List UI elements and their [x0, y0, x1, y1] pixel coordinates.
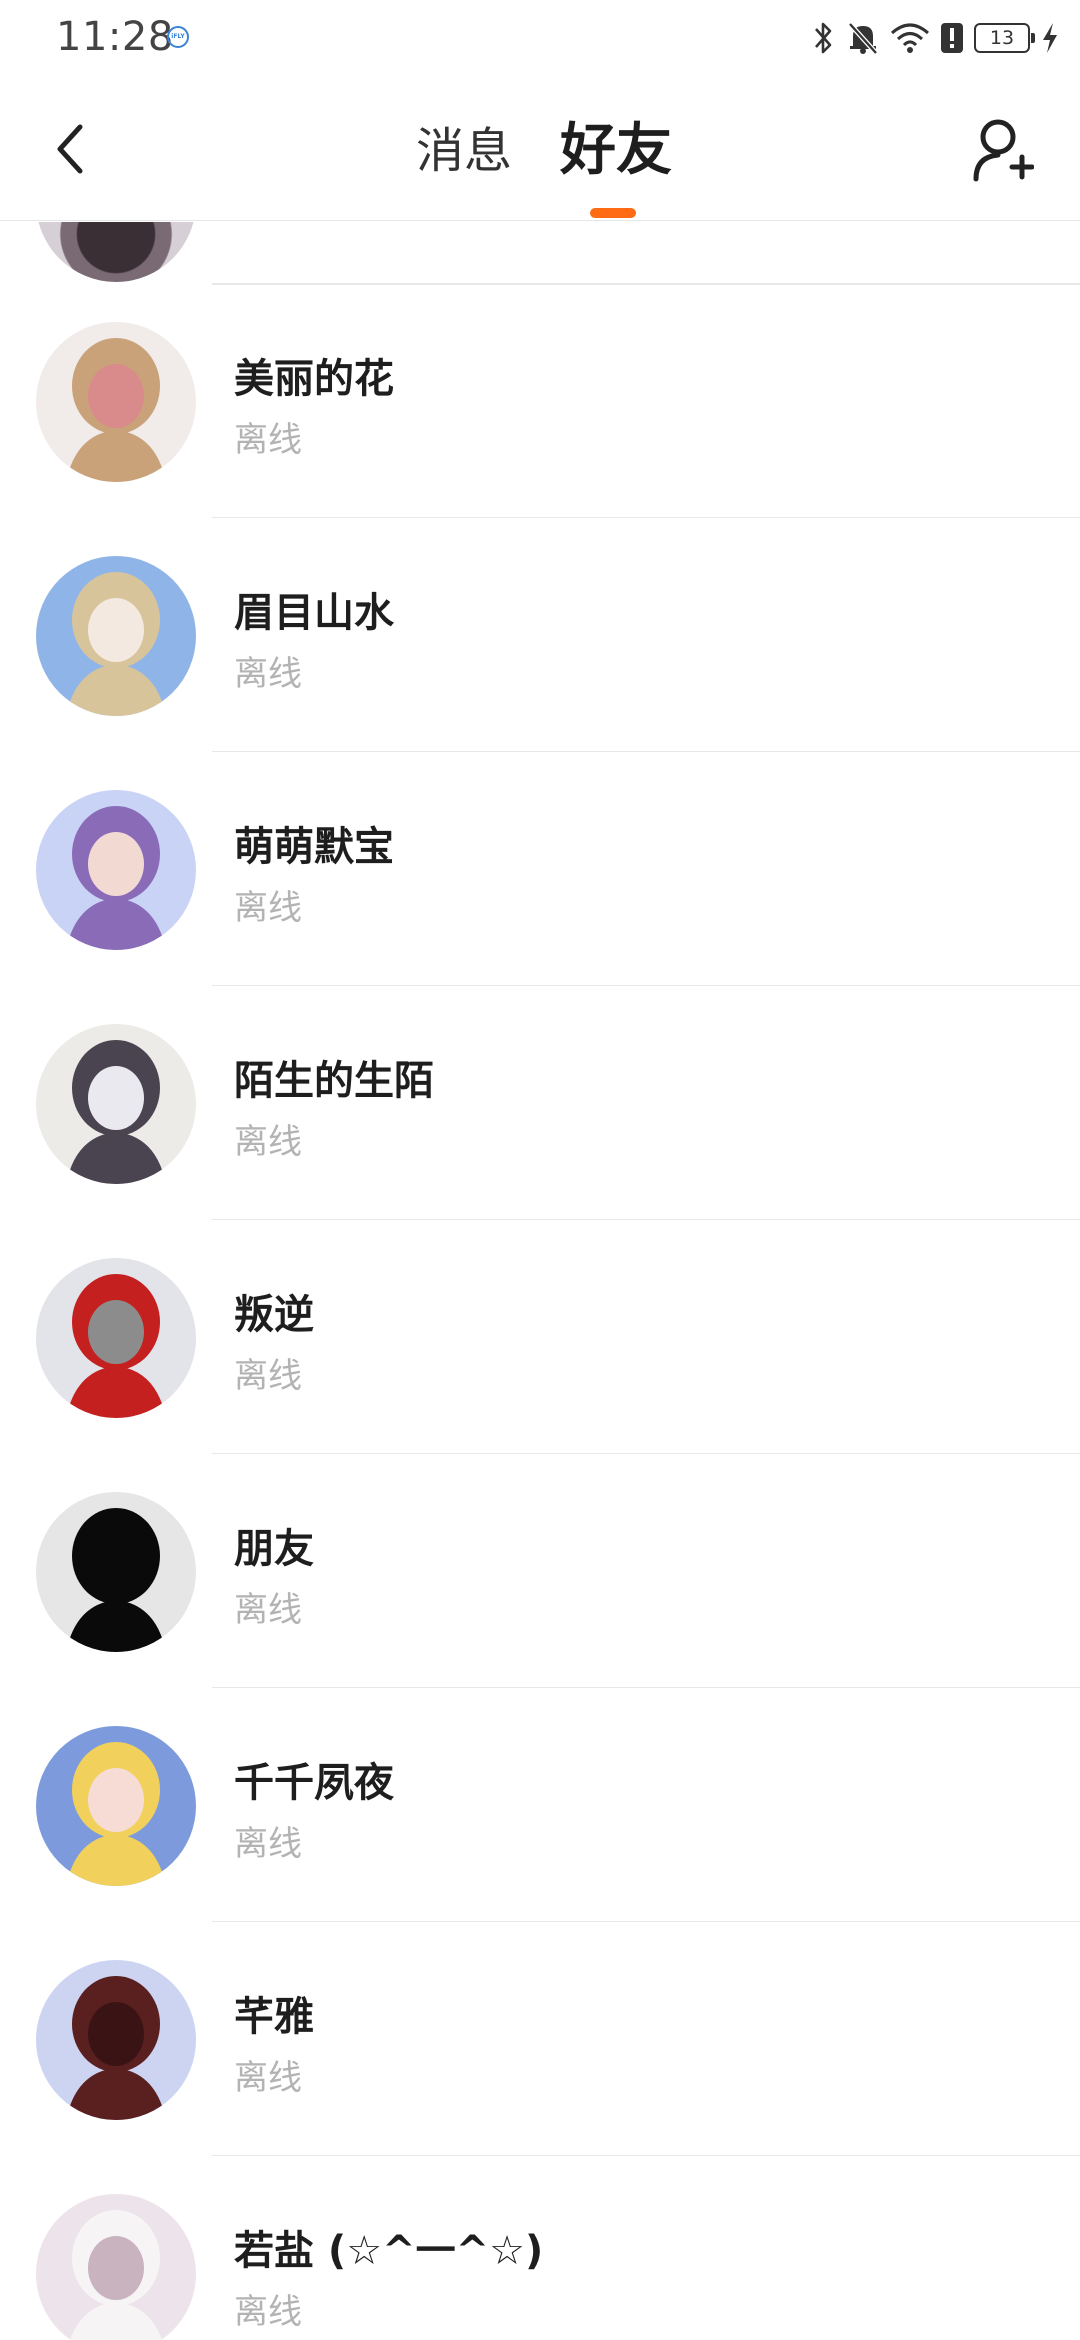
avatar — [36, 556, 196, 716]
friend-list-item[interactable]: 陌生的生陌 离线 — [0, 986, 1080, 1220]
friend-status: 离线 — [234, 420, 302, 460]
friend-name: 叛逆 — [234, 1292, 314, 1338]
friend-name: 若盐 (☆^一^☆) — [234, 2228, 544, 2274]
avatar — [36, 1726, 196, 1886]
status-icons: 13 — [812, 18, 1060, 58]
list-item-partial[interactable] — [0, 222, 1080, 285]
active-tab-indicator — [590, 208, 636, 218]
friend-status: 离线 — [234, 2058, 302, 2098]
tab-messages[interactable]: 消息 — [416, 116, 512, 186]
wifi-icon — [891, 23, 929, 53]
add-friend-button[interactable] — [964, 112, 1040, 188]
friend-status: 离线 — [234, 654, 302, 694]
friend-list-item[interactable]: 美丽的花 离线 — [0, 284, 1080, 518]
friend-name: 朋友 — [234, 1526, 314, 1572]
bluetooth-icon — [815, 22, 832, 54]
friend-name: 萌萌默宝 — [234, 824, 394, 870]
friend-list-item[interactable]: 眉目山水 离线 — [0, 518, 1080, 752]
charging-icon — [1043, 23, 1057, 53]
friend-list-item[interactable]: 芊雅 离线 — [0, 1922, 1080, 2156]
friend-name: 眉目山水 — [234, 590, 394, 636]
ifly-badge-icon: iFLY — [167, 26, 189, 48]
friend-status: 离线 — [234, 1122, 302, 1162]
back-button[interactable] — [40, 114, 100, 184]
avatar — [36, 1258, 196, 1418]
avatar — [36, 322, 196, 482]
avatar — [36, 1024, 196, 1184]
avatar — [36, 1492, 196, 1652]
friend-status: 离线 — [234, 1590, 302, 1630]
friend-list[interactable]: 美丽的花 离线 眉目山水 离线 萌萌默宝 离线 陌生的生陌 离线 叛逆 离线 朋友 离线 千千夙夜 离线芊… — [0, 222, 1080, 2340]
nav-bar: 消息 好友 — [0, 76, 1080, 221]
friend-name: 千千夙夜 — [234, 1760, 394, 1806]
chevron-left-icon — [57, 124, 83, 174]
tab-friends[interactable]: 好友 — [560, 116, 672, 186]
friend-list-item[interactable]: 若盐 (☆^一^☆) 离线 — [0, 2156, 1080, 2340]
friend-name: 芊雅 — [234, 1994, 314, 2040]
mute-bell-icon — [848, 22, 878, 55]
friend-name: 美丽的花 — [234, 356, 394, 402]
battery-icon: 13 — [974, 23, 1035, 53]
avatar — [36, 2194, 196, 2340]
avatar — [36, 1960, 196, 2120]
avatar — [36, 222, 196, 282]
friend-name: 陌生的生陌 — [234, 1058, 434, 1104]
friend-status: 离线 — [234, 2292, 302, 2332]
friend-status: 离线 — [234, 1824, 302, 1864]
alert-icon — [941, 23, 963, 53]
status-bar: 11:28 iFLY 13 — [0, 0, 1080, 76]
friend-status: 离线 — [234, 1356, 302, 1396]
friend-list-item[interactable]: 萌萌默宝 离线 — [0, 752, 1080, 986]
friend-list-item[interactable]: 叛逆 离线 — [0, 1220, 1080, 1454]
add-user-icon — [973, 119, 1034, 182]
friend-list-item[interactable]: 朋友 离线 — [0, 1454, 1080, 1688]
friend-status: 离线 — [234, 888, 302, 928]
friend-list-item[interactable]: 千千夙夜 离线 — [0, 1688, 1080, 1922]
avatar — [36, 790, 196, 950]
status-time: 11:28 — [56, 14, 174, 60]
